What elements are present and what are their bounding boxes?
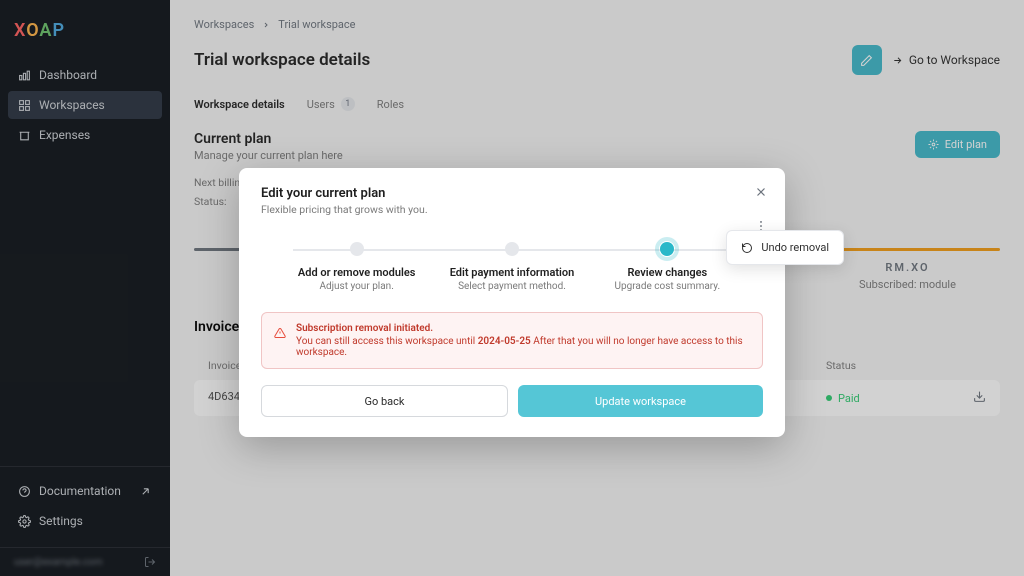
modal-close-button[interactable] (751, 182, 771, 202)
warning-icon (274, 324, 286, 343)
undo-icon (741, 242, 753, 254)
modal-subtitle: Flexible pricing that grows with you. (261, 203, 763, 216)
subscription-removal-alert: Subscription removal initiated. You can … (261, 312, 763, 369)
step-add-remove: Add or remove modules Adjust your plan. (279, 242, 434, 292)
step-payment: Edit payment information Select payment … (434, 242, 589, 292)
modal-title: Edit your current plan (261, 186, 763, 201)
step-dot-icon (350, 242, 364, 256)
close-icon (754, 185, 768, 199)
alert-message: You can still access this workspace unti… (296, 336, 750, 358)
stepper: Add or remove modules Adjust your plan. … (279, 242, 745, 292)
go-back-button[interactable]: Go back (261, 385, 508, 417)
undo-removal-label: Undo removal (761, 241, 829, 254)
modal-dropdown-menu: Undo removal (726, 230, 844, 265)
alert-body: Subscription removal initiated. You can … (296, 323, 750, 358)
update-workspace-button[interactable]: Update workspace (518, 385, 763, 417)
undo-removal-item[interactable]: Undo removal (731, 235, 839, 260)
edit-plan-modal: Edit your current plan Flexible pricing … (239, 168, 785, 437)
step-dot-icon (660, 242, 674, 256)
modal-actions: Go back Update workspace (261, 385, 763, 417)
step-dot-icon (505, 242, 519, 256)
step-review: Review changes Upgrade cost summary. (590, 242, 745, 292)
alert-title: Subscription removal initiated. (296, 323, 750, 334)
